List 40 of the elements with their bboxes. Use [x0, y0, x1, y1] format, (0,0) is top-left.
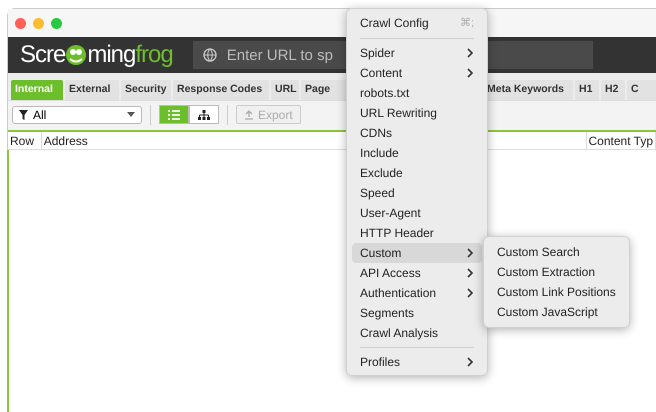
- tab[interactable]: URL: [271, 80, 299, 100]
- menu-item[interactable]: Custom Link Positions: [489, 282, 624, 302]
- menu-item[interactable]: Segments: [352, 303, 482, 323]
- menu-item[interactable]: Custom JavaScript: [489, 302, 624, 322]
- shortcut-label: ⌘;: [460, 16, 474, 31]
- logo: Scre mingfrog: [20, 43, 173, 67]
- tab[interactable]: Response Codes: [173, 80, 269, 100]
- globe-icon: [202, 48, 217, 62]
- menu-item[interactable]: HTTP Header: [352, 223, 482, 243]
- minimize-icon[interactable]: [33, 18, 44, 28]
- menu-item[interactable]: URL Rewriting: [352, 103, 482, 123]
- caret-icon: [127, 112, 135, 117]
- menu-item[interactable]: User-Agent: [352, 203, 482, 223]
- menu-title: Crawl Config: [360, 15, 429, 32]
- hierarchy-icon: [198, 110, 210, 120]
- tab[interactable]: H2: [601, 80, 625, 100]
- maximize-icon[interactable]: [51, 18, 62, 28]
- tree-view-button[interactable]: [189, 105, 219, 124]
- menu-item[interactable]: Crawl Analysis: [352, 323, 482, 343]
- menu-item[interactable]: Profiles: [352, 352, 482, 372]
- menu-item[interactable]: API Access: [352, 263, 482, 283]
- column-header[interactable]: Content Typ: [586, 132, 656, 149]
- menu-item[interactable]: Speed: [352, 183, 482, 203]
- close-icon[interactable]: [15, 18, 26, 28]
- filter-icon: [19, 110, 28, 120]
- menu-item[interactable]: Authentication: [352, 283, 482, 303]
- filter-dropdown[interactable]: All: [12, 106, 142, 124]
- menu-item[interactable]: Custom: [352, 243, 482, 263]
- menu-item[interactable]: Custom Search: [489, 242, 624, 262]
- menu-item[interactable]: Exclude: [352, 163, 482, 183]
- list-icon: [168, 110, 180, 120]
- tab[interactable]: Security: [121, 80, 171, 100]
- upload-icon: [244, 110, 254, 120]
- menu-item[interactable]: Custom Extraction: [489, 262, 624, 282]
- tab[interactable]: C: [627, 80, 656, 100]
- tab[interactable]: External: [65, 80, 119, 100]
- column-header[interactable]: Row: [8, 132, 42, 149]
- menu-item[interactable]: robots.txt: [352, 83, 482, 103]
- menu-item[interactable]: Spider: [352, 43, 482, 63]
- tab[interactable]: H1: [575, 80, 599, 100]
